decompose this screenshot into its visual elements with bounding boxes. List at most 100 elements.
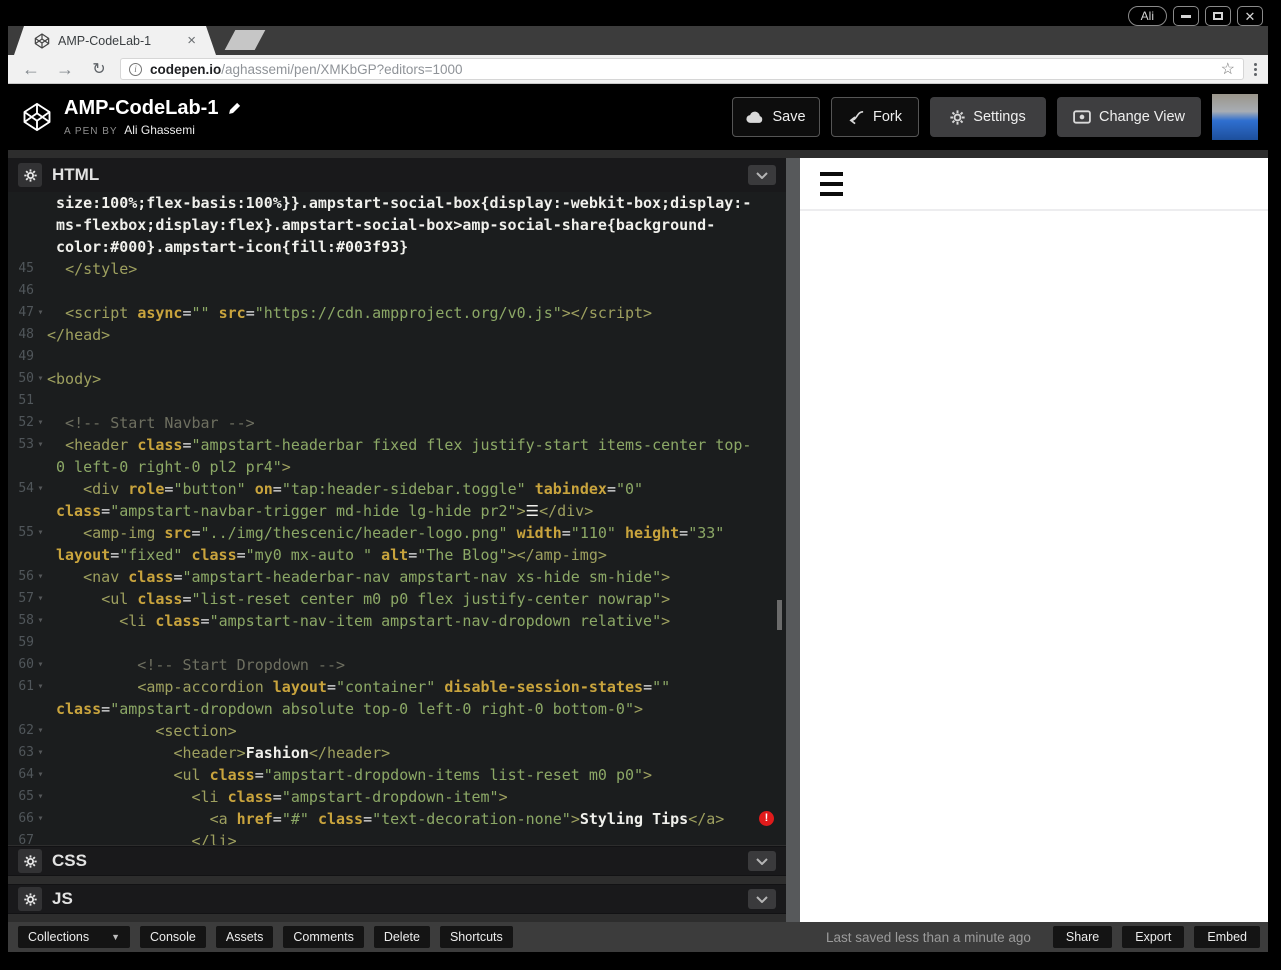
code-line[interactable]: 61 ▾ <amp-accordion layout="container" di… xyxy=(8,676,786,698)
code-line[interactable]: 51 xyxy=(8,390,786,412)
html-collapse-button[interactable] xyxy=(748,165,776,185)
code-line[interactable]: class="ampstart-dropdown absolute top-0 … xyxy=(8,698,786,720)
codepen-favicon xyxy=(34,33,50,49)
minimize-button[interactable] xyxy=(1173,6,1199,26)
byline-prefix: A PEN BY xyxy=(64,126,118,137)
system-titlebar: Ali ✕ xyxy=(0,0,1281,26)
code-line[interactable]: 58 ▾ <li class="ampstart-nav-item ampstar… xyxy=(8,610,786,632)
view-icon xyxy=(1073,110,1091,124)
code-line[interactable]: 47 ▾ <script async="" src="https://cdn.am… xyxy=(8,302,786,324)
chevron-down-icon xyxy=(756,171,768,179)
editor-scrollbar[interactable] xyxy=(777,600,782,630)
tab-bar: AMP-CodeLab-1 × xyxy=(8,26,1268,55)
code-line[interactable]: color:#000}.ampstart-icon{fill:#003f93} xyxy=(8,236,786,258)
code-line[interactable]: 65 ▾ <li class="ampstart-dropdown-item"> xyxy=(8,786,786,808)
save-button[interactable]: Save xyxy=(732,97,820,137)
codepen-logo-icon[interactable] xyxy=(22,102,52,132)
browser-window: Ali ✕ AMP-CodeLab-1 × ← → ↻ i codepen.io… xyxy=(0,0,1281,970)
settings-button[interactable]: Settings xyxy=(930,97,1046,137)
back-icon[interactable]: ← xyxy=(20,59,42,80)
browser-menu-icon[interactable] xyxy=(1254,62,1257,76)
code-line[interactable]: 52 ▾ <!-- Start Navbar --> xyxy=(8,412,786,434)
code-line[interactable]: 48 </head> xyxy=(8,324,786,346)
code-line[interactable]: 57 ▾ <ul class="list-reset center m0 p0 f… xyxy=(8,588,786,610)
url-field[interactable]: i codepen.io /aghassemi/pen/XMKbGP?edito… xyxy=(120,58,1244,80)
code-line[interactable]: layout="fixed" class="my0 mx-auto " alt=… xyxy=(8,544,786,566)
code-line[interactable]: size:100%;flex-basis:100%}}.ampstart-soc… xyxy=(8,192,786,214)
hamburger-icon[interactable] xyxy=(820,171,843,196)
caret-down-icon: ▼ xyxy=(111,932,120,942)
preview-headerbar xyxy=(800,158,1268,211)
code-line[interactable]: 49 xyxy=(8,346,786,368)
avatar[interactable] xyxy=(1212,94,1258,140)
html-settings-button[interactable] xyxy=(18,163,42,187)
reload-icon[interactable]: ↻ xyxy=(88,59,110,79)
export-button[interactable]: Export xyxy=(1122,926,1185,948)
delete-button[interactable]: Delete xyxy=(373,926,430,948)
css-panel-label: CSS xyxy=(52,851,87,870)
code-line[interactable]: ms-flexbox;display:flex}.ampstart-social… xyxy=(8,214,786,236)
js-settings-button[interactable] xyxy=(18,887,42,911)
code-line[interactable]: 50 ▾ <body> xyxy=(8,368,786,390)
code-line[interactable]: 55 ▾ <amp-img src="../img/thescenic/heade… xyxy=(8,522,786,544)
page-info-icon[interactable]: i xyxy=(129,62,142,76)
browser-toolbar: ← → ↻ i codepen.io /aghassemi/pen/XMKbGP… xyxy=(8,55,1268,84)
code-line[interactable]: 53 ▾ <header class="ampstart-headerbar fi… xyxy=(8,434,786,456)
maximize-icon xyxy=(1213,12,1223,20)
html-panel-header[interactable]: HTML xyxy=(8,158,786,192)
code-line[interactable]: 59 xyxy=(8,632,786,654)
code-line[interactable]: 67 </li> xyxy=(8,830,786,845)
css-settings-button[interactable] xyxy=(18,849,42,873)
js-expand-button[interactable] xyxy=(748,889,776,909)
chevron-down-icon xyxy=(756,857,768,865)
tab-close-icon[interactable]: × xyxy=(187,32,196,49)
author-link[interactable]: Ali Ghassemi xyxy=(124,123,195,137)
collections-dropdown[interactable]: Collections ▼ xyxy=(18,926,130,948)
code-line[interactable]: 66 ▾ <a href="#" class="text-decoration-n… xyxy=(8,808,786,830)
url-host: codepen.io xyxy=(150,61,222,77)
shortcuts-button[interactable]: Shortcuts xyxy=(439,926,513,948)
maximize-button[interactable] xyxy=(1205,6,1231,26)
code-line[interactable]: 54 ▾ <div role="button" on="tap:header-si… xyxy=(8,478,786,500)
preview-pane xyxy=(800,158,1268,922)
close-window-button[interactable]: ✕ xyxy=(1237,6,1263,26)
gear-icon xyxy=(23,168,37,182)
css-expand-button[interactable] xyxy=(748,851,776,871)
code-line[interactable]: 63 ▾ <header>Fashion</header> xyxy=(8,742,786,764)
code-line[interactable]: 45 </style> xyxy=(8,258,786,280)
fork-button[interactable]: Fork xyxy=(831,97,919,137)
forward-icon[interactable]: → xyxy=(54,59,76,80)
code-line[interactable]: class="ampstart-navbar-trigger md-hide l… xyxy=(8,500,786,522)
css-panel-header[interactable]: CSS xyxy=(8,846,786,876)
comments-button[interactable]: Comments xyxy=(283,926,364,948)
editor-column: HTML size:100%;flex-basis:100%}}.ampstar… xyxy=(8,158,786,922)
share-button[interactable]: Share xyxy=(1052,926,1113,948)
assets-button[interactable]: Assets xyxy=(215,926,274,948)
tab-title: AMP-CodeLab-1 xyxy=(58,33,152,48)
code-line[interactable]: 60 ▾ <!-- Start Dropdown --> xyxy=(8,654,786,676)
code-line[interactable]: 0 left-0 right-0 pl2 pr4"> xyxy=(8,456,786,478)
browser-profile-chip[interactable]: Ali xyxy=(1127,6,1167,26)
new-tab-button[interactable] xyxy=(224,30,266,50)
html-code-editor[interactable]: size:100%;flex-basis:100%}}.ampstart-soc… xyxy=(8,192,786,845)
gear-icon xyxy=(23,854,37,868)
gear-icon xyxy=(950,109,965,125)
code-line[interactable]: 64 ▾ <ul class="ampstart-dropdown-items l… xyxy=(8,764,786,786)
console-button[interactable]: Console xyxy=(140,926,206,948)
error-icon[interactable]: ! xyxy=(759,811,774,826)
embed-button[interactable]: Embed xyxy=(1194,926,1260,948)
browser-tab[interactable]: AMP-CodeLab-1 × xyxy=(14,26,216,55)
change-view-button[interactable]: Change View xyxy=(1057,97,1201,137)
bookmark-star-icon[interactable]: ☆ xyxy=(1221,59,1235,79)
code-line[interactable]: 56 ▾ <nav class="ampstart-headerbar-nav a… xyxy=(8,566,786,588)
edit-pencil-icon[interactable] xyxy=(227,101,242,116)
fork-icon xyxy=(849,110,864,124)
code-line[interactable]: 46 xyxy=(8,280,786,302)
code-line[interactable]: 62 ▾ <section> xyxy=(8,720,786,742)
js-panel-header[interactable]: JS xyxy=(8,884,786,914)
cloud-icon xyxy=(746,111,763,123)
gear-icon xyxy=(23,892,37,906)
chevron-down-icon xyxy=(756,895,768,903)
editor-preview-divider[interactable] xyxy=(786,158,800,922)
html-panel-label: HTML xyxy=(52,165,100,184)
